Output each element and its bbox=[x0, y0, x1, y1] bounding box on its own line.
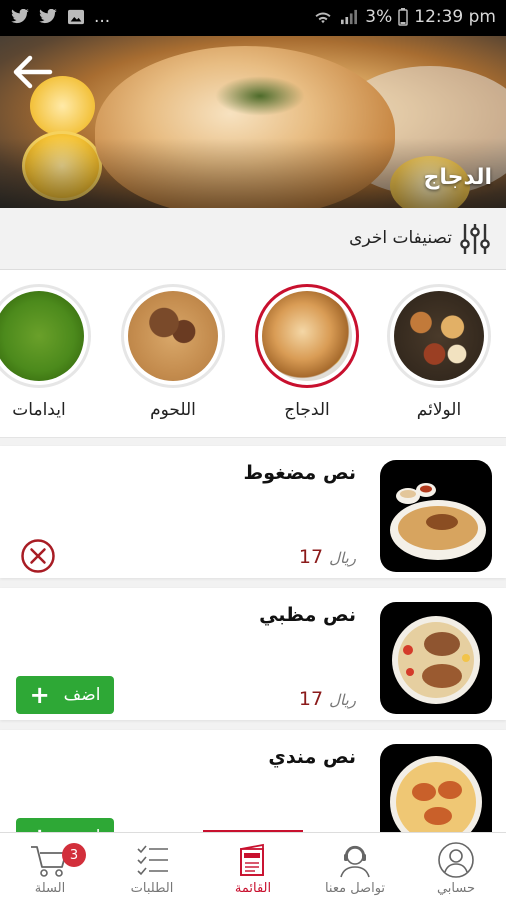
category-feasts[interactable]: الولائم bbox=[384, 284, 494, 420]
feasts-image bbox=[394, 291, 484, 381]
product-name: نص مندي bbox=[268, 746, 356, 768]
nav-label: القائمة bbox=[234, 881, 272, 896]
product-image bbox=[380, 602, 492, 714]
product-image bbox=[380, 460, 492, 572]
signal-icon bbox=[341, 9, 358, 25]
price-value: 17 bbox=[298, 546, 324, 568]
back-arrow-icon[interactable] bbox=[10, 52, 54, 92]
category-label: ايدامات bbox=[12, 400, 66, 420]
twitter-icon bbox=[39, 9, 57, 24]
battery-percent: 3% bbox=[365, 7, 393, 27]
bottom-navigation: حسابي تواصل معنا القائمة الطلبات السلة 3 bbox=[0, 832, 506, 900]
nav-label: الطلبات bbox=[130, 881, 174, 896]
other-categories-bar: تصنيفات اخرى bbox=[0, 208, 506, 270]
rice-dish-illustration bbox=[390, 483, 486, 560]
customer-support-icon bbox=[340, 845, 370, 878]
category-carousel: الولائم الدجاج اللحوم ايدامات bbox=[0, 270, 506, 438]
status-more: ... bbox=[94, 7, 111, 27]
nav-label: السلة bbox=[34, 881, 66, 896]
product-card[interactable]: نص مظبي 17 ريال + اضف bbox=[0, 588, 506, 720]
nav-menu[interactable]: القائمة bbox=[203, 837, 303, 899]
chicken-dish-illustration bbox=[392, 616, 480, 704]
product-name: نص مظبي bbox=[259, 604, 356, 626]
category-image-frame bbox=[121, 284, 225, 388]
stews-image bbox=[0, 291, 84, 381]
category-stews[interactable]: ايدامات bbox=[0, 284, 94, 420]
category-image-frame bbox=[0, 284, 91, 388]
remove-from-cart-icon[interactable] bbox=[20, 538, 56, 574]
nav-label: تواصل معنا bbox=[324, 881, 386, 896]
chicken-image bbox=[262, 291, 352, 381]
plus-icon: + bbox=[29, 681, 50, 709]
page-title: الدجاج bbox=[423, 165, 492, 190]
product-card[interactable]: نص مضغوط 17 ريال bbox=[0, 446, 506, 578]
cart-count-badge: 3 bbox=[62, 843, 86, 867]
product-name: نص مضغوط bbox=[243, 462, 356, 484]
price-currency: ريال bbox=[329, 549, 356, 567]
nav-label: حسابي bbox=[436, 881, 476, 896]
user-profile-icon bbox=[438, 842, 474, 878]
nav-account[interactable]: حسابي bbox=[406, 837, 506, 899]
status-time: 12:39 pm bbox=[414, 7, 496, 27]
product-price: 17 ريال bbox=[299, 688, 356, 710]
category-chicken[interactable]: الدجاج bbox=[252, 284, 362, 420]
price-value: 17 bbox=[298, 688, 324, 710]
add-to-cart-button[interactable]: + اضف bbox=[16, 676, 114, 714]
checklist-icon bbox=[137, 845, 168, 876]
nav-orders[interactable]: الطلبات bbox=[102, 837, 202, 899]
category-image-frame bbox=[255, 284, 359, 388]
status-bar: ... 3% 12:39 pm bbox=[0, 0, 506, 36]
wifi-icon bbox=[315, 12, 331, 24]
price-currency: ريال bbox=[329, 691, 356, 709]
herb-shape bbox=[215, 76, 305, 116]
twitter-icon bbox=[11, 9, 29, 24]
meat-image bbox=[128, 291, 218, 381]
image-icon bbox=[68, 9, 84, 25]
category-label: اللحوم bbox=[150, 400, 196, 420]
add-button-label: اضف bbox=[63, 685, 101, 705]
category-meat[interactable]: اللحوم bbox=[118, 284, 228, 420]
category-label: الولائم bbox=[416, 400, 462, 420]
nav-contact[interactable]: تواصل معنا bbox=[305, 837, 405, 899]
status-system: 3% 12:39 pm bbox=[313, 7, 496, 27]
product-price: 17 ريال bbox=[299, 546, 356, 568]
filter-sliders-icon[interactable] bbox=[458, 222, 492, 256]
battery-icon bbox=[398, 8, 408, 26]
category-label: الدجاج bbox=[284, 400, 330, 420]
nav-cart[interactable]: السلة 3 bbox=[0, 837, 100, 899]
menu-book-icon bbox=[240, 843, 264, 876]
status-notifications: ... bbox=[10, 7, 110, 27]
category-image-frame bbox=[387, 284, 491, 388]
other-categories-label: تصنيفات اخرى bbox=[349, 228, 452, 248]
